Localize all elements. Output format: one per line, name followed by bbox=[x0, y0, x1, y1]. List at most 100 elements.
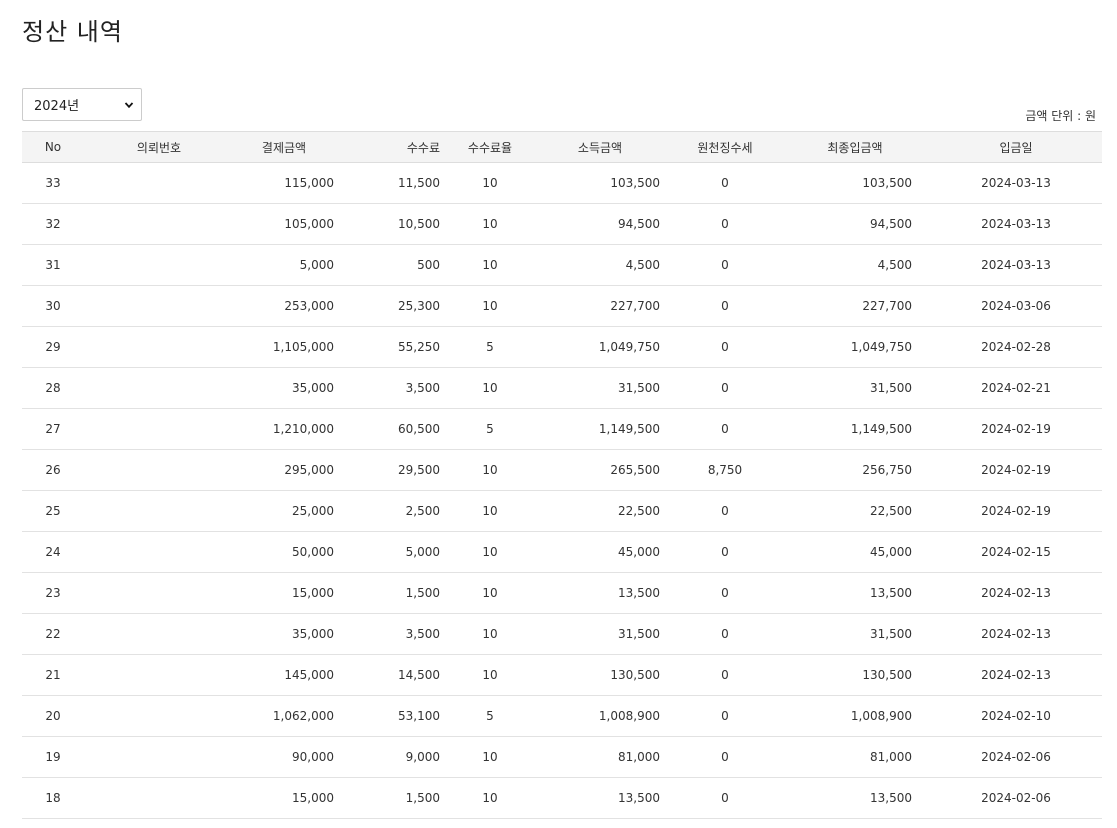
cell-no: 21 bbox=[22, 654, 84, 696]
cell-income: 1,049,750 bbox=[530, 326, 670, 368]
cell-withholding: 0 bbox=[670, 695, 780, 737]
cell-request-no bbox=[84, 654, 234, 696]
col-header-rate: 수수료율 bbox=[450, 131, 530, 163]
table-row: 28 35,000 3,500 10 31,500 0 31,500 2024-02-21 bbox=[22, 367, 1102, 409]
table-row: 19 90,000 9,000 10 81,000 0 81,000 2024-02-06 bbox=[22, 736, 1102, 778]
cell-rate: 10 bbox=[450, 162, 530, 204]
cell-date: 2024-02-13 bbox=[930, 654, 1102, 696]
cell-final: 256,750 bbox=[780, 449, 930, 491]
year-select[interactable]: 2024년 bbox=[22, 88, 142, 121]
cell-withholding: 0 bbox=[670, 736, 780, 778]
cell-payment: 5,000 bbox=[234, 244, 334, 286]
table-row: 25 25,000 2,500 10 22,500 0 22,500 2024-02-19 bbox=[22, 490, 1102, 532]
cell-request-no bbox=[84, 285, 234, 327]
col-header-payment: 결제금액 bbox=[234, 131, 334, 163]
cell-request-no bbox=[84, 736, 234, 778]
cell-date: 2024-02-19 bbox=[930, 449, 1102, 491]
table-row: 29 1,105,000 55,250 5 1,049,750 0 1,049,750 202… bbox=[22, 326, 1102, 368]
cell-withholding: 0 bbox=[670, 572, 780, 614]
cell-no: 29 bbox=[22, 326, 84, 368]
cell-withholding: 0 bbox=[670, 531, 780, 573]
cell-final: 22,500 bbox=[780, 490, 930, 532]
cell-withholding: 0 bbox=[670, 285, 780, 327]
table-row: 20 1,062,000 53,100 5 1,008,900 0 1,008,900 202… bbox=[22, 695, 1102, 737]
cell-date: 2024-02-06 bbox=[930, 777, 1102, 819]
cell-payment: 1,105,000 bbox=[234, 326, 334, 368]
cell-income: 13,500 bbox=[530, 777, 670, 819]
cell-income: 4,500 bbox=[530, 244, 670, 286]
cell-request-no bbox=[84, 613, 234, 655]
cell-no: 28 bbox=[22, 367, 84, 409]
cell-final: 94,500 bbox=[780, 203, 930, 245]
cell-no: 30 bbox=[22, 285, 84, 327]
cell-request-no bbox=[84, 326, 234, 368]
cell-rate: 10 bbox=[450, 531, 530, 573]
table-header-row: No 의뢰번호 결제금액 수수료 수수료율 소득금액 원천징수세 최종입금액 입… bbox=[22, 131, 1102, 163]
col-header-fee: 수수료 bbox=[334, 131, 450, 163]
cell-withholding: 0 bbox=[670, 654, 780, 696]
cell-final: 13,500 bbox=[780, 572, 930, 614]
col-header-request-no: 의뢰번호 bbox=[84, 131, 234, 163]
cell-request-no bbox=[84, 695, 234, 737]
cell-fee: 29,500 bbox=[334, 449, 450, 491]
cell-fee: 2,500 bbox=[334, 490, 450, 532]
cell-fee: 55,250 bbox=[334, 326, 450, 368]
cell-date: 2024-02-06 bbox=[930, 736, 1102, 778]
cell-date: 2024-03-13 bbox=[930, 162, 1102, 204]
cell-date: 2024-02-19 bbox=[930, 408, 1102, 450]
cell-withholding: 0 bbox=[670, 408, 780, 450]
cell-payment: 15,000 bbox=[234, 777, 334, 819]
cell-fee: 3,500 bbox=[334, 367, 450, 409]
table-row: 23 15,000 1,500 10 13,500 0 13,500 2024-02-13 bbox=[22, 572, 1102, 614]
cell-fee: 9,000 bbox=[334, 736, 450, 778]
cell-income: 22,500 bbox=[530, 490, 670, 532]
cell-final: 45,000 bbox=[780, 531, 930, 573]
cell-request-no bbox=[84, 572, 234, 614]
cell-date: 2024-03-06 bbox=[930, 285, 1102, 327]
cell-payment: 105,000 bbox=[234, 203, 334, 245]
cell-no: 33 bbox=[22, 162, 84, 204]
cell-payment: 15,000 bbox=[234, 572, 334, 614]
table-row: 24 50,000 5,000 10 45,000 0 45,000 2024-02-15 bbox=[22, 531, 1102, 573]
cell-income: 31,500 bbox=[530, 613, 670, 655]
cell-payment: 1,062,000 bbox=[234, 695, 334, 737]
cell-final: 31,500 bbox=[780, 367, 930, 409]
cell-income: 45,000 bbox=[530, 531, 670, 573]
cell-income: 13,500 bbox=[530, 572, 670, 614]
col-header-no: No bbox=[22, 131, 84, 163]
col-header-withholding: 원천징수세 bbox=[670, 131, 780, 163]
cell-no: 31 bbox=[22, 244, 84, 286]
cell-fee: 53,100 bbox=[334, 695, 450, 737]
table-row: 22 35,000 3,500 10 31,500 0 31,500 2024-02-13 bbox=[22, 613, 1102, 655]
cell-payment: 25,000 bbox=[234, 490, 334, 532]
cell-final: 130,500 bbox=[780, 654, 930, 696]
cell-withholding: 0 bbox=[670, 162, 780, 204]
table-row: 21 145,000 14,500 10 130,500 0 130,500 2024-02-… bbox=[22, 654, 1102, 696]
cell-withholding: 0 bbox=[670, 777, 780, 819]
cell-withholding: 8,750 bbox=[670, 449, 780, 491]
table-row: 31 5,000 500 10 4,500 0 4,500 2024-03-13 bbox=[22, 244, 1102, 286]
cell-request-no bbox=[84, 449, 234, 491]
cell-date: 2024-02-19 bbox=[930, 490, 1102, 532]
cell-payment: 115,000 bbox=[234, 162, 334, 204]
cell-no: 20 bbox=[22, 695, 84, 737]
cell-rate: 5 bbox=[450, 408, 530, 450]
cell-no: 19 bbox=[22, 736, 84, 778]
table-row: 18 15,000 1,500 10 13,500 0 13,500 2024-02-06 bbox=[22, 777, 1102, 819]
cell-date: 2024-03-13 bbox=[930, 244, 1102, 286]
cell-date: 2024-02-10 bbox=[930, 695, 1102, 737]
cell-rate: 10 bbox=[450, 244, 530, 286]
cell-request-no bbox=[84, 408, 234, 450]
cell-withholding: 0 bbox=[670, 367, 780, 409]
cell-no: 18 bbox=[22, 777, 84, 819]
cell-fee: 1,500 bbox=[334, 777, 450, 819]
cell-request-no bbox=[84, 244, 234, 286]
cell-rate: 10 bbox=[450, 654, 530, 696]
cell-request-no bbox=[84, 203, 234, 245]
cell-fee: 25,300 bbox=[334, 285, 450, 327]
cell-payment: 253,000 bbox=[234, 285, 334, 327]
cell-final: 81,000 bbox=[780, 736, 930, 778]
table-row: 33 115,000 11,500 10 103,500 0 103,500 2024-03-… bbox=[22, 162, 1102, 204]
cell-withholding: 0 bbox=[670, 244, 780, 286]
cell-no: 22 bbox=[22, 613, 84, 655]
